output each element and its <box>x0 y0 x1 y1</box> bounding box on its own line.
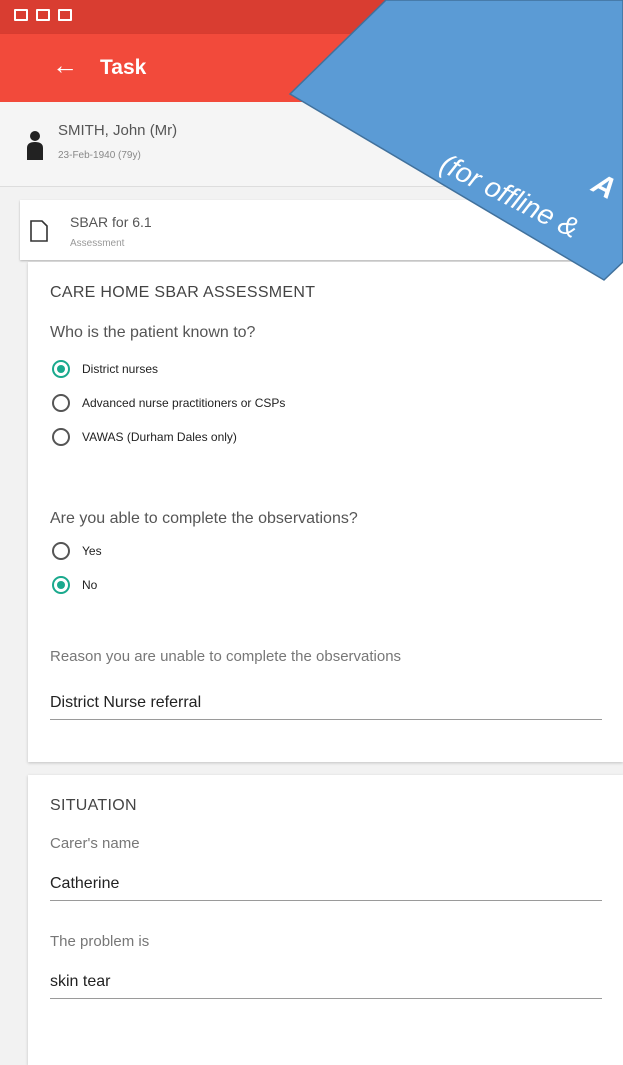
battery-percent: 85% <box>531 8 562 26</box>
section-heading: CARE HOME SBAR ASSESSMENT <box>50 284 316 301</box>
back-arrow-icon[interactable]: ← <box>52 52 78 78</box>
app-bar: ← Task <box>0 34 623 102</box>
observations-question: Are you able to complete the observation… <box>50 510 358 527</box>
patient-name: SMITH, John (Mr) <box>58 122 178 139</box>
reason-label: Reason you are unable to complete the ob… <box>50 648 402 665</box>
radio-selected-icon[interactable] <box>52 360 70 378</box>
gallery-notification-icon <box>14 9 28 21</box>
reason-input[interactable]: District Nurse referral <box>50 688 602 720</box>
assessment-card: CARE HOME SBAR ASSESSMENT Who is the pat… <box>28 262 623 762</box>
carer-name-input[interactable]: Catherine <box>50 869 602 901</box>
radio-unselected-icon[interactable] <box>52 542 70 560</box>
problem-input[interactable]: skin tear <box>50 967 602 999</box>
situation-card: SITUATION Carer's name Catherine The pro… <box>28 775 623 1065</box>
radio-district-nurses[interactable]: District nurses <box>52 360 158 378</box>
clock: 09:21 <box>581 8 619 26</box>
carer-name-label: Carer's name <box>50 835 140 852</box>
signal-icon: ✕ <box>512 9 526 26</box>
known-to-question: Who is the patient known to? <box>50 324 256 341</box>
radio-yes[interactable]: Yes <box>52 542 102 560</box>
patient-header: SMITH, John (Mr) 23-Feb-1940 (79y) <box>0 102 623 187</box>
document-icon <box>30 220 48 242</box>
task-name: SBAR for 6.1 <box>70 214 152 230</box>
battery-icon <box>567 10 576 24</box>
mail-notification-icon <box>36 9 50 21</box>
task-type: Assessment <box>70 238 125 249</box>
person-icon <box>27 131 43 160</box>
problem-label: The problem is <box>50 933 150 950</box>
radio-selected-icon[interactable] <box>52 576 70 594</box>
section-heading: SITUATION <box>50 797 137 814</box>
radio-no[interactable]: No <box>52 576 97 594</box>
radio-advanced-nurse-practitioners[interactable]: Advanced nurse practitioners or CSPs <box>52 394 285 412</box>
radio-unselected-icon[interactable] <box>52 428 70 446</box>
page-title: Task <box>100 56 147 79</box>
status-bar: ✕ 85% 09:21 <box>0 0 623 34</box>
image-notification-icon <box>58 9 72 21</box>
task-card[interactable]: SBAR for 6.1 Assessment <box>20 200 623 260</box>
radio-vawas[interactable]: VAWAS (Durham Dales only) <box>52 428 237 446</box>
patient-dob: 23-Feb-1940 (79y) <box>58 150 141 161</box>
radio-unselected-icon[interactable] <box>52 394 70 412</box>
